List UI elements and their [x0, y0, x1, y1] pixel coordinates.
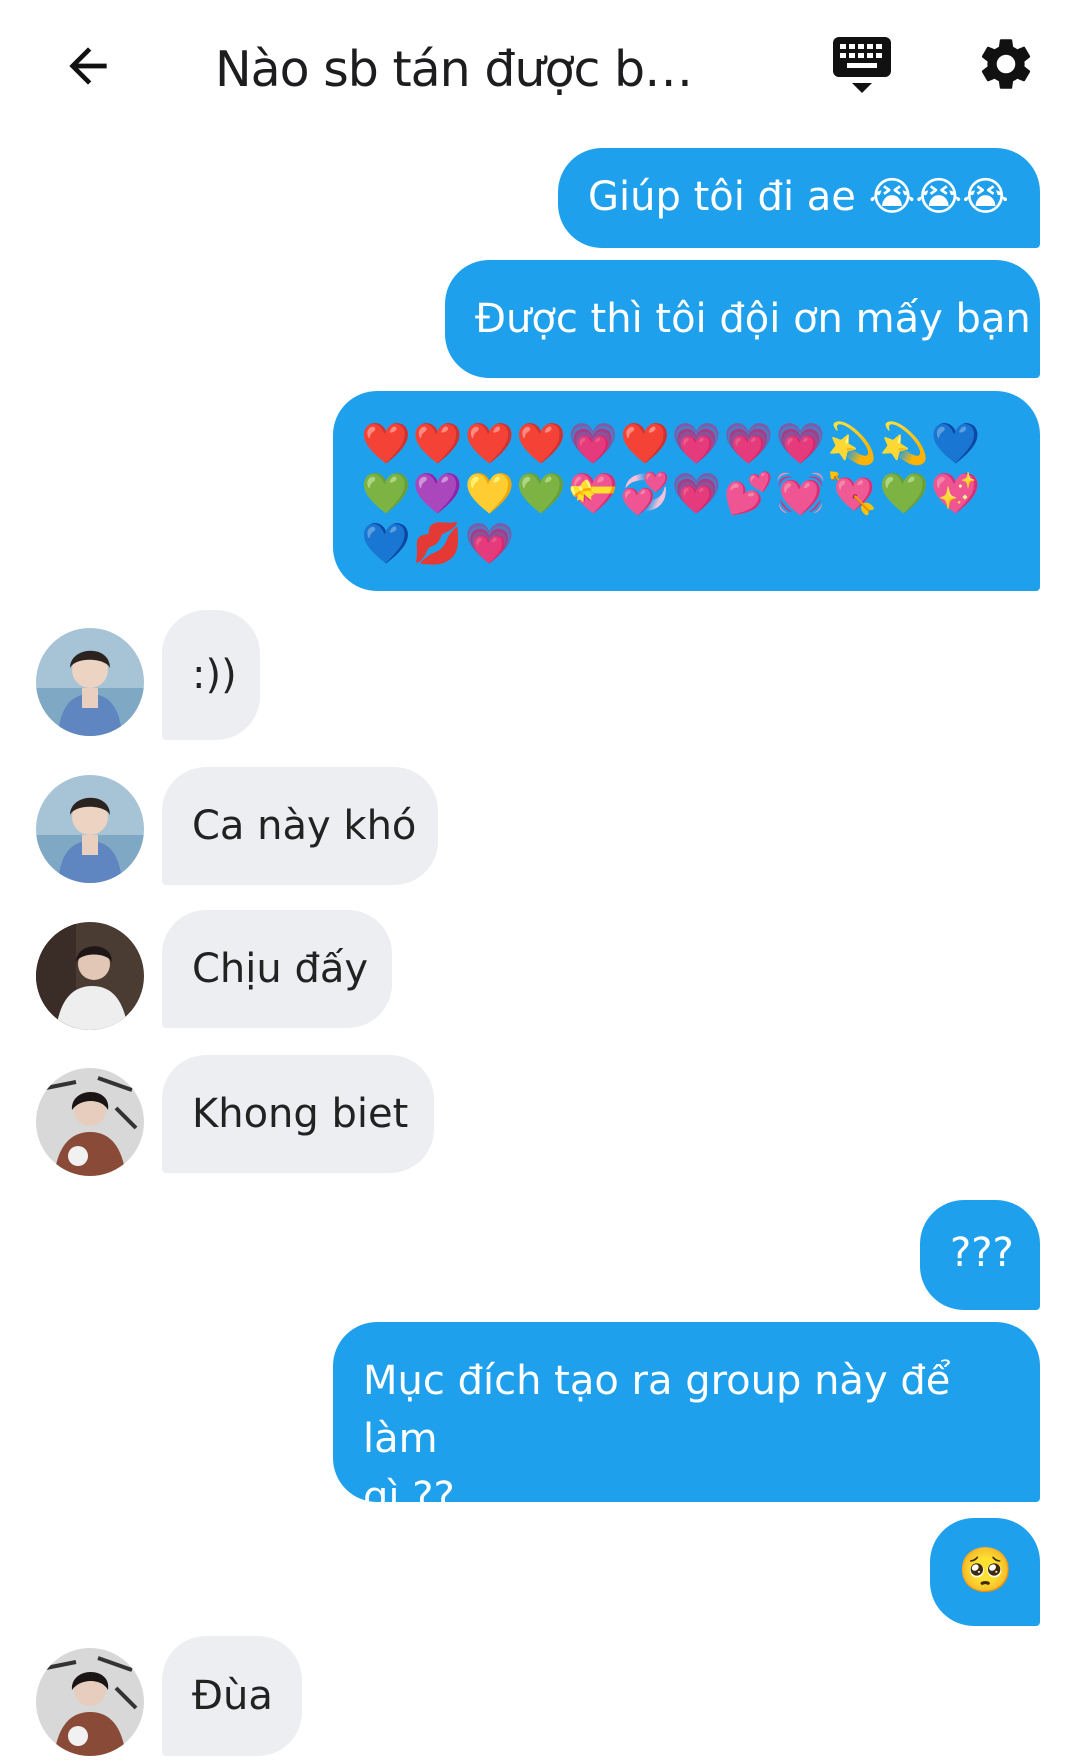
settings-button[interactable]	[970, 28, 1042, 100]
message-bubble-incoming[interactable]: Ca này khó	[162, 767, 438, 885]
arrow-left-icon	[69, 47, 107, 85]
avatar-image	[36, 775, 144, 883]
chat-title[interactable]: Nào sb tán được bg t···	[215, 38, 720, 102]
message-bubble-incoming[interactable]: :))	[162, 610, 260, 740]
avatar[interactable]	[36, 1648, 144, 1756]
keyboard-button[interactable]	[826, 30, 898, 102]
back-button[interactable]	[52, 30, 124, 102]
message-text: Đùa	[192, 1673, 273, 1719]
message-bubble-outgoing[interactable]: ???	[920, 1200, 1040, 1310]
keyboard-icon	[833, 37, 891, 93]
message-bubble-outgoing[interactable]: Mục đích tạo ra group này để làm gì ??	[333, 1322, 1040, 1520]
message-bubble-outgoing[interactable]: ❤️❤️❤️❤️💗❤️💗💗💗💫💫💙 💚💜💛💚💝💞💗💕💓💘💚💖 💙💋💗	[333, 391, 1040, 591]
message-text: ???	[950, 1230, 1014, 1276]
avatar-image	[36, 1648, 144, 1756]
message-text: Ca này khó	[192, 803, 417, 849]
message-text: Khong biet	[192, 1091, 409, 1137]
chat-header: Nào sb tán được bg t···	[0, 0, 1080, 140]
message-bubble-incoming[interactable]: Đùa	[162, 1636, 302, 1756]
message-text: Được thì tôi đội ơn mấy bạn	[475, 296, 1031, 342]
message-text: Chịu đấy	[192, 946, 369, 992]
message-bubble-incoming[interactable]: Chịu đấy	[162, 910, 392, 1028]
avatar-image	[36, 628, 144, 736]
message-text-line: 💙💋💗	[361, 521, 517, 567]
avatar[interactable]	[36, 922, 144, 1030]
message-bubble-outgoing[interactable]: 🥺	[930, 1518, 1040, 1626]
avatar-image	[36, 922, 144, 1030]
gear-icon	[981, 39, 1031, 89]
message-bubble-outgoing[interactable]: Giúp tôi đi ae 😭😭😭	[558, 148, 1040, 248]
message-text-line: 💚💜💛💚💝💞💗💕💓💘💚💖	[361, 471, 983, 517]
message-text-line: gì ??	[363, 1474, 455, 1520]
message-bubble-outgoing[interactable]: Được thì tôi đội ơn mấy bạn	[445, 260, 1040, 378]
message-text-line: ❤️❤️❤️❤️💗❤️💗💗💗💫💫💙	[361, 421, 983, 467]
message-text: Giúp tôi đi ae 😭😭😭	[588, 174, 1009, 220]
avatar[interactable]	[36, 628, 144, 736]
avatar[interactable]	[36, 775, 144, 883]
message-bubble-incoming[interactable]: Khong biet	[162, 1055, 434, 1173]
message-text: :))	[192, 652, 237, 698]
message-text-line: Mục đích tạo ra group này để làm	[363, 1358, 951, 1462]
avatar-image	[36, 1068, 144, 1176]
message-text: 🥺	[958, 1545, 1013, 1596]
avatar[interactable]	[36, 1068, 144, 1176]
